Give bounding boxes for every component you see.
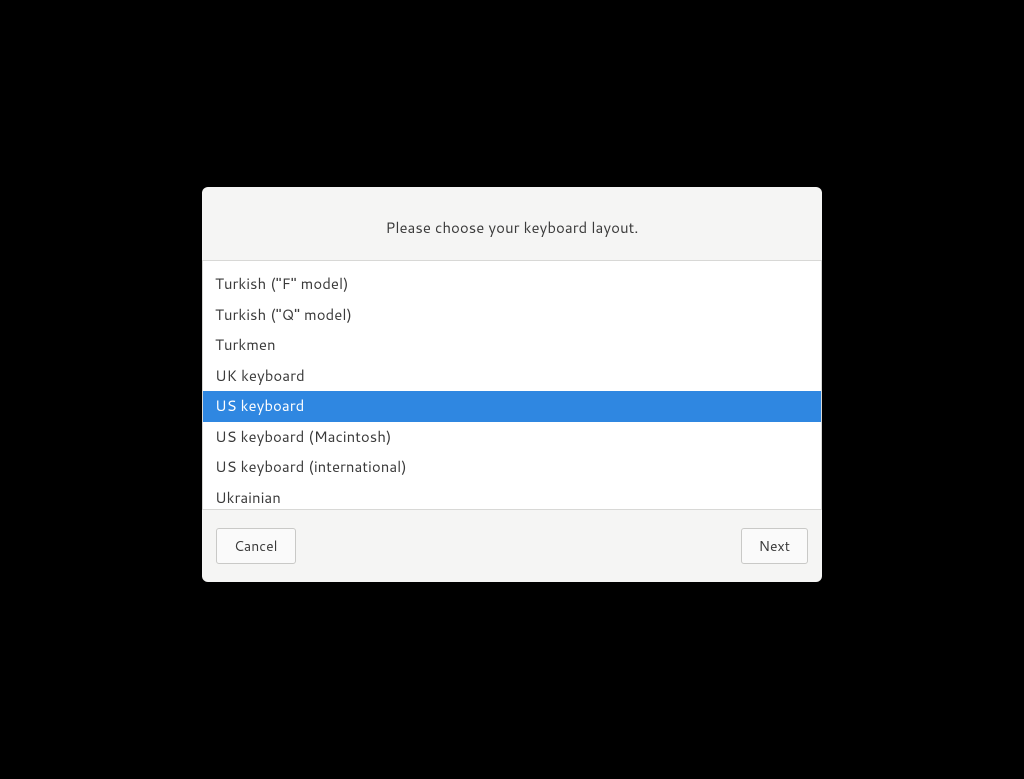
- list-item[interactable]: Turkish ("F" model): [203, 269, 821, 300]
- list-item[interactable]: Turkish ("Q" model): [203, 300, 821, 331]
- list-item-selected[interactable]: US keyboard: [203, 391, 821, 422]
- keyboard-layout-list[interactable]: Turkish ("F" model) Turkish ("Q" model) …: [202, 260, 822, 510]
- next-button[interactable]: Next: [741, 528, 808, 564]
- list-item[interactable]: US keyboard (international): [203, 452, 821, 483]
- list-item[interactable]: US keyboard (Macintosh): [203, 422, 821, 453]
- list-item[interactable]: Turkmen: [203, 330, 821, 361]
- dialog-header: Please choose your keyboard layout.: [202, 187, 822, 260]
- list-item[interactable]: [203, 261, 821, 269]
- cancel-button[interactable]: Cancel: [216, 528, 296, 564]
- list-item[interactable]: Ukrainian: [203, 483, 821, 511]
- keyboard-layout-dialog: Please choose your keyboard layout. Turk…: [202, 187, 822, 582]
- button-bar: Cancel Next: [202, 510, 822, 582]
- list-item[interactable]: UK keyboard: [203, 361, 821, 392]
- dialog-title: Please choose your keyboard layout.: [222, 217, 802, 238]
